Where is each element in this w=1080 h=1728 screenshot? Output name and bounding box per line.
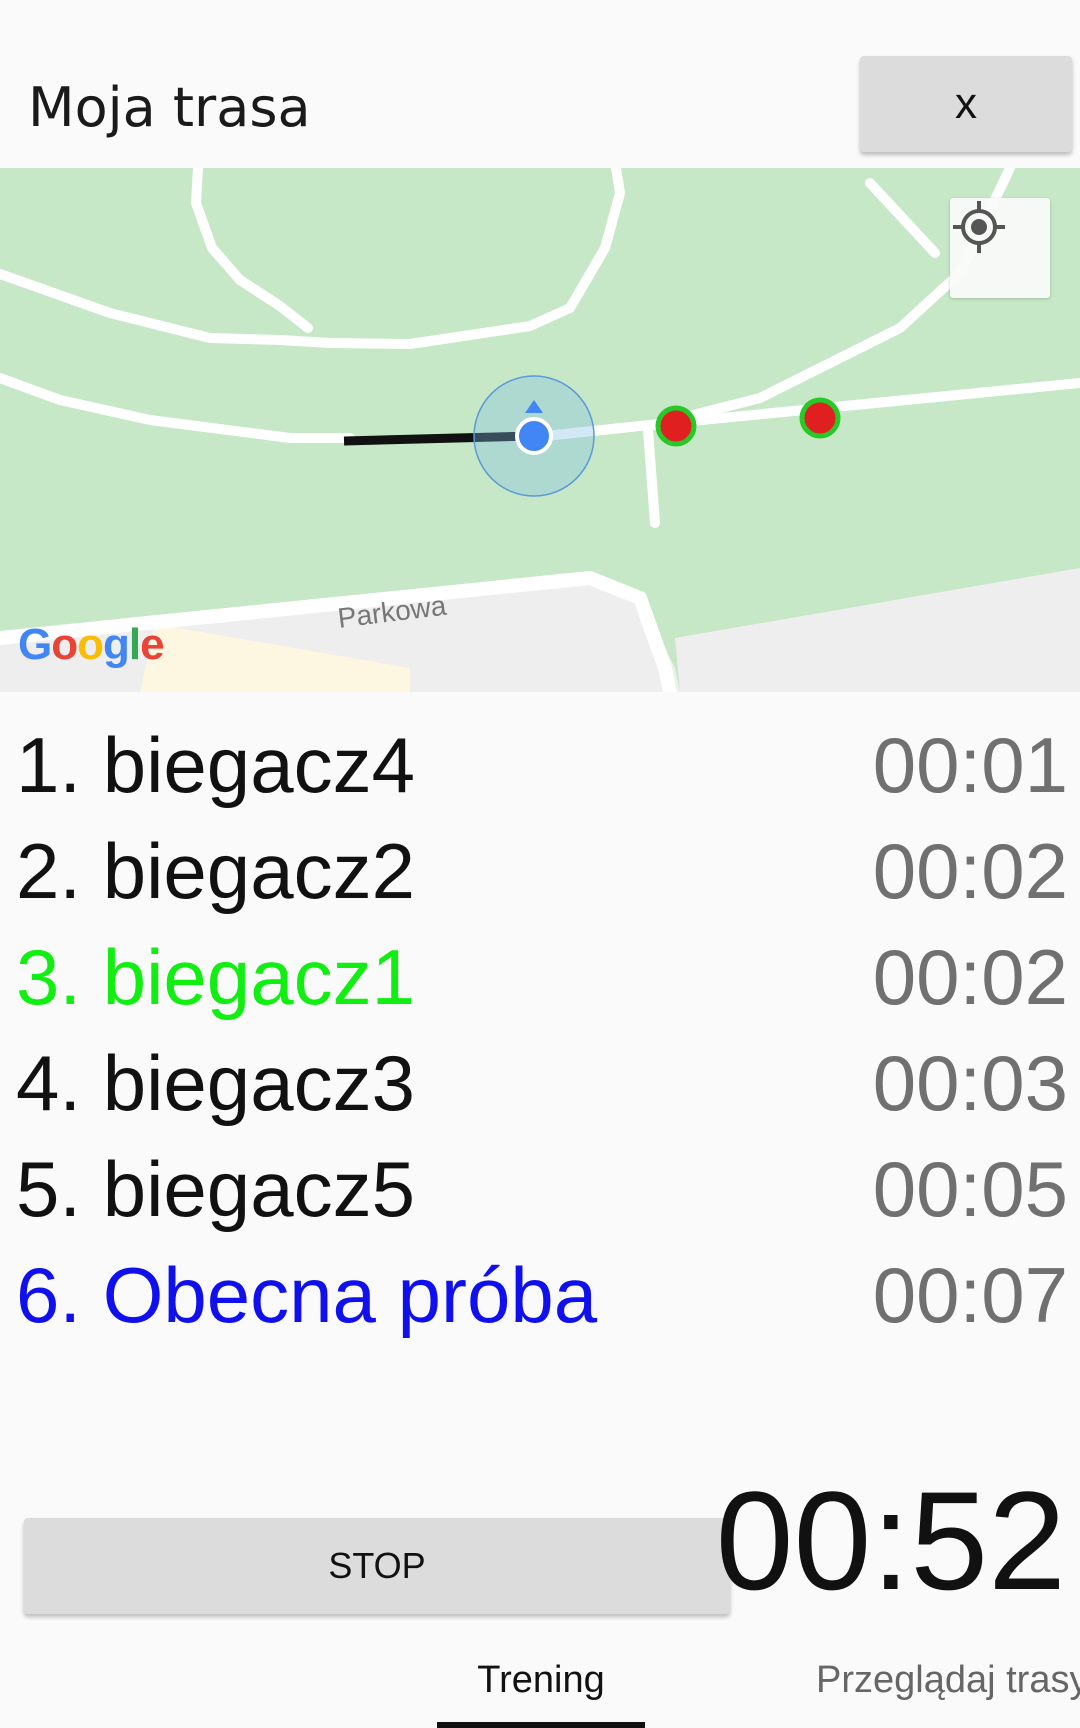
- leaderboard-row: 3. biegacz1 00:02: [0, 924, 1080, 1030]
- user-location-dot: [515, 417, 553, 455]
- runner-name: 2. biegacz2: [16, 827, 415, 915]
- runner-time: 00:07: [872, 1251, 1068, 1339]
- leaderboard-row: 1. biegacz4 00:01: [0, 712, 1080, 818]
- tab-browse-routes[interactable]: Przeglądaj trasy: [816, 1640, 1080, 1728]
- my-location-button[interactable]: [950, 198, 1050, 298]
- map-canvas: [0, 168, 1080, 692]
- elapsed-timer: 00:52: [715, 1462, 1066, 1619]
- city-area-right: [675, 568, 1080, 692]
- runner-name: 5. biegacz5: [16, 1145, 415, 1233]
- google-logo: Google: [18, 620, 165, 669]
- runner-name: 1. biegacz4: [16, 721, 415, 809]
- leaderboard-row: 4. biegacz3 00:03: [0, 1030, 1080, 1136]
- my-location-icon: [953, 201, 1005, 253]
- stop-button[interactable]: STOP: [24, 1518, 730, 1614]
- tab-trening[interactable]: Trening: [437, 1640, 645, 1728]
- page-title: Moja trasa: [28, 76, 311, 139]
- runner-time: 00:02: [872, 933, 1068, 1021]
- runner-time: 00:02: [872, 827, 1068, 915]
- checkpoint-marker[interactable]: [799, 397, 841, 439]
- active-tab-indicator: [437, 1722, 645, 1728]
- runner-time: 00:05: [872, 1145, 1068, 1233]
- checkpoint-marker[interactable]: [655, 405, 697, 447]
- map-view[interactable]: Parkowa Google: [0, 168, 1080, 692]
- runner-name: 4. biegacz3: [16, 1039, 415, 1127]
- bottom-tabs: Trening Przeglądaj trasy: [0, 1640, 1080, 1728]
- runner-name: 6. Obecna próba: [16, 1251, 598, 1339]
- app-header: Moja trasa x: [0, 0, 1080, 168]
- leaderboard-row: 2. biegacz2 00:02: [0, 818, 1080, 924]
- leaderboard-row: 5. biegacz5 00:05: [0, 1136, 1080, 1242]
- close-button[interactable]: x: [860, 56, 1072, 152]
- runner-time: 00:03: [872, 1039, 1068, 1127]
- leaderboard-row: 6. Obecna próba 00:07: [0, 1242, 1080, 1348]
- runner-name: 3. biegacz1: [16, 933, 415, 1021]
- leaderboard-list: 1. biegacz4 00:01 2. biegacz2 00:02 3. b…: [0, 712, 1080, 1348]
- runner-time: 00:01: [872, 721, 1068, 809]
